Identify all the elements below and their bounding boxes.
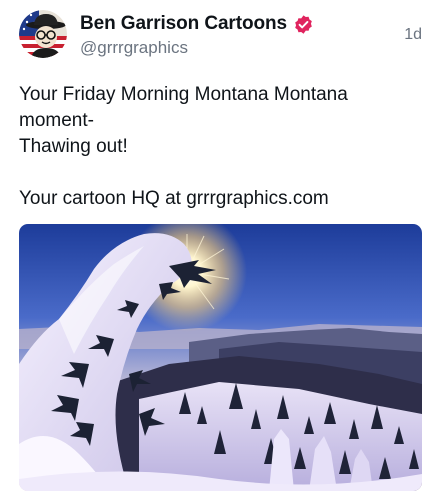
post-text-line: Thawing out! [19,136,128,157]
post-text: Your Friday Morning Montana Montana mome… [19,82,424,212]
post-text-line: Your Friday Morning Montana Montana [19,84,348,105]
post-text-line: moment- [19,110,94,131]
cartoon-avatar-icon [19,10,67,58]
author-name-row: Ben Garrison Cartoons [80,13,314,35]
post-photo[interactable] [19,224,422,491]
post-timestamp[interactable]: 1d [404,26,422,44]
post-card[interactable]: Ben Garrison Cartoons @grrrgraphics 1d Y… [0,0,441,500]
avatar[interactable] [19,10,67,58]
author-handle[interactable]: @grrrgraphics [80,38,188,58]
verified-badge-icon [293,14,314,35]
post-text-blank-line [19,160,424,186]
post-text-line-link[interactable]: Your cartoon HQ at grrrgraphics.com [19,186,424,212]
snowy-mountain-sunburst-photo [19,224,422,491]
author-name[interactable]: Ben Garrison Cartoons [80,13,287,35]
